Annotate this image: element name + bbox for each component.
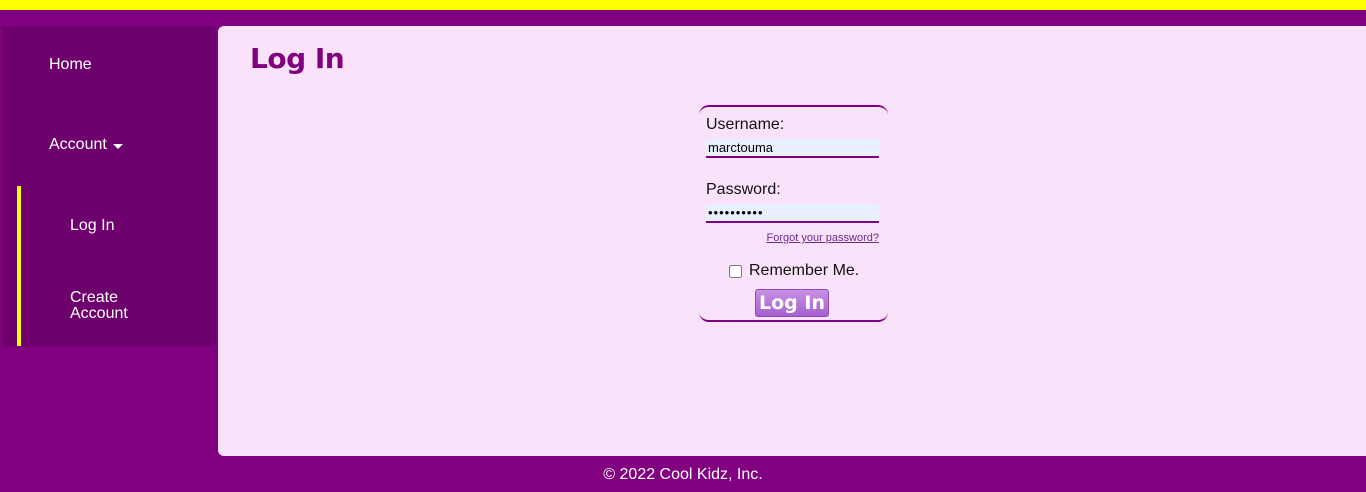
login-button[interactable]: Log In bbox=[755, 289, 829, 317]
account-submenu: Log In Create Account bbox=[17, 186, 216, 346]
nav-home-label: Home bbox=[49, 56, 92, 73]
remember-me-row: Remember Me. bbox=[729, 262, 859, 280]
password-label: Password: bbox=[706, 181, 781, 198]
nav-account-dropdown[interactable]: Account bbox=[49, 137, 123, 153]
password-input[interactable] bbox=[706, 204, 879, 223]
sidebar-nav: Home Account Log In Create Account bbox=[2, 26, 216, 346]
main-content: Log In Username: Password: Forgot your p… bbox=[218, 26, 1366, 456]
page-title: Log In bbox=[250, 42, 345, 75]
submenu-login-label: Log In bbox=[70, 217, 115, 234]
top-accent-bar bbox=[0, 0, 1366, 10]
copyright-text: © 2022 Cool Kidz, Inc. bbox=[603, 466, 763, 483]
remember-me-label: Remember Me. bbox=[749, 262, 860, 279]
username-label: Username: bbox=[706, 116, 785, 133]
submenu-create-account-link[interactable]: Create Account bbox=[70, 290, 150, 322]
caret-down-icon bbox=[112, 143, 123, 149]
submenu-login-link[interactable]: Log In bbox=[70, 218, 114, 234]
remember-me-checkbox[interactable] bbox=[729, 264, 742, 278]
footer: © 2022 Cool Kidz, Inc. bbox=[0, 466, 1366, 484]
login-form: Username: Password: Forgot your password… bbox=[699, 105, 888, 322]
submenu-create-account-label: Create Account bbox=[70, 289, 128, 322]
forgot-password-link[interactable]: Forgot your password? bbox=[767, 232, 880, 244]
nav-home-link[interactable]: Home bbox=[49, 57, 92, 73]
nav-account-label: Account bbox=[49, 136, 107, 153]
username-input[interactable] bbox=[706, 139, 879, 158]
